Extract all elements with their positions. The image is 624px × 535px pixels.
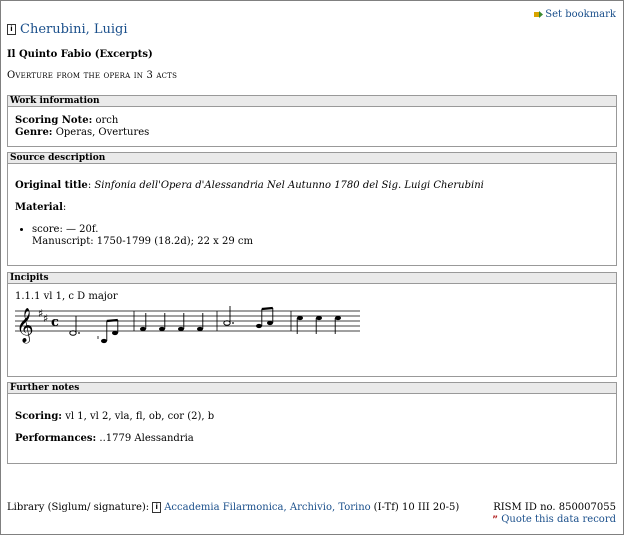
further-notes-section: Further notes Scoring: vl 1, vl 2, vla, … — [7, 382, 617, 464]
bookmark-icon — [534, 11, 544, 18]
material-detail: Manuscript: 1750-1799 (18.2d); 22 x 29 c… — [32, 236, 253, 247]
original-title-row: Original title: Sinfonia dell'Opera d'Al… — [15, 180, 484, 191]
scoring-note-row: Scoring Note: orch — [15, 115, 609, 127]
record-info: RISM ID no. 850007055 ” Quote this data … — [492, 502, 616, 526]
composer-link[interactable]: Cherubini, Luigi — [20, 22, 128, 37]
genre-label: Genre: — [15, 127, 53, 138]
library-label: Library (Siglum/ signature): — [7, 502, 150, 513]
material-row: Material: — [15, 202, 67, 213]
performances-row: Performances: ..1779 Alessandria — [15, 433, 609, 445]
original-title-label: Original title — [15, 180, 88, 191]
info-icon[interactable]: i — [7, 24, 16, 35]
rism-id: RISM ID no. 850007055 — [493, 502, 616, 513]
quote-record-link[interactable]: Quote this data record — [501, 514, 616, 525]
scoring-note-label: Scoring Note: — [15, 115, 93, 126]
section-heading: Further notes — [8, 383, 616, 394]
svg-text:c: c — [51, 315, 59, 330]
scoring-label: Scoring: — [15, 411, 63, 422]
library-link[interactable]: Accademia Filarmonica, Archivio, Torino — [164, 502, 370, 513]
library-info: Library (Siglum/ signature): i Accademia… — [7, 502, 459, 513]
library-siglum: (I-Tf) 10 III 20-5) — [373, 502, 460, 513]
performances-value: ..1779 Alessandria — [99, 433, 194, 444]
genre-value: Operas, Overtures — [55, 127, 150, 138]
section-heading: Source description — [8, 153, 616, 164]
svg-text:♯: ♯ — [43, 312, 48, 325]
scoring-row: Scoring: vl 1, vl 2, vla, fl, ob, cor (2… — [15, 411, 609, 423]
scoring-value: vl 1, vl 2, vla, fl, ob, cor (2), b — [65, 411, 215, 422]
svg-text:𝄞: 𝄞 — [16, 308, 34, 344]
incipit-label: 1.1.1 vl 1, c D major — [15, 291, 118, 302]
material-item: score: — 20f. Manuscript: 1750-1799 (18.… — [32, 224, 609, 248]
work-title: Il Quinto Fabio (Excerpts) — [7, 49, 153, 60]
music-incipit[interactable]: 𝄞 ♯ ♯ c — [15, 303, 365, 345]
scoring-note-value: orch — [95, 115, 119, 126]
quote-record-row[interactable]: ” Quote this data record — [492, 514, 616, 526]
incipits-section: Incipits 1.1.1 vl 1, c D major 𝄞 ♯ ♯ c — [7, 272, 617, 377]
set-bookmark-label[interactable]: Set bookmark — [545, 9, 616, 20]
work-subtitle: Overture from the opera in 3 acts — [7, 70, 178, 81]
set-bookmark-link[interactable]: Set bookmark — [534, 9, 616, 20]
original-title-value: Sinfonia dell'Opera d'Alessandria Nel Au… — [94, 180, 484, 191]
info-icon[interactable]: i — [152, 502, 162, 513]
composer-row: i Cherubini, Luigi — [7, 22, 128, 37]
quote-icon: ” — [492, 515, 499, 525]
section-heading: Work information — [8, 96, 616, 107]
material-list: score: — 20f. Manuscript: 1750-1799 (18.… — [15, 224, 609, 248]
source-description-section: Source description Original title: Sinfo… — [7, 152, 617, 266]
performances-label: Performances: — [15, 433, 97, 444]
material-label: Material — [15, 202, 63, 213]
section-heading: Incipits — [8, 273, 616, 284]
work-information-section: Work information Scoring Note: orch Genr… — [7, 95, 617, 147]
genre-row: Genre: Operas, Overtures — [15, 127, 609, 139]
material-item-text: score: — 20f. — [32, 224, 99, 235]
